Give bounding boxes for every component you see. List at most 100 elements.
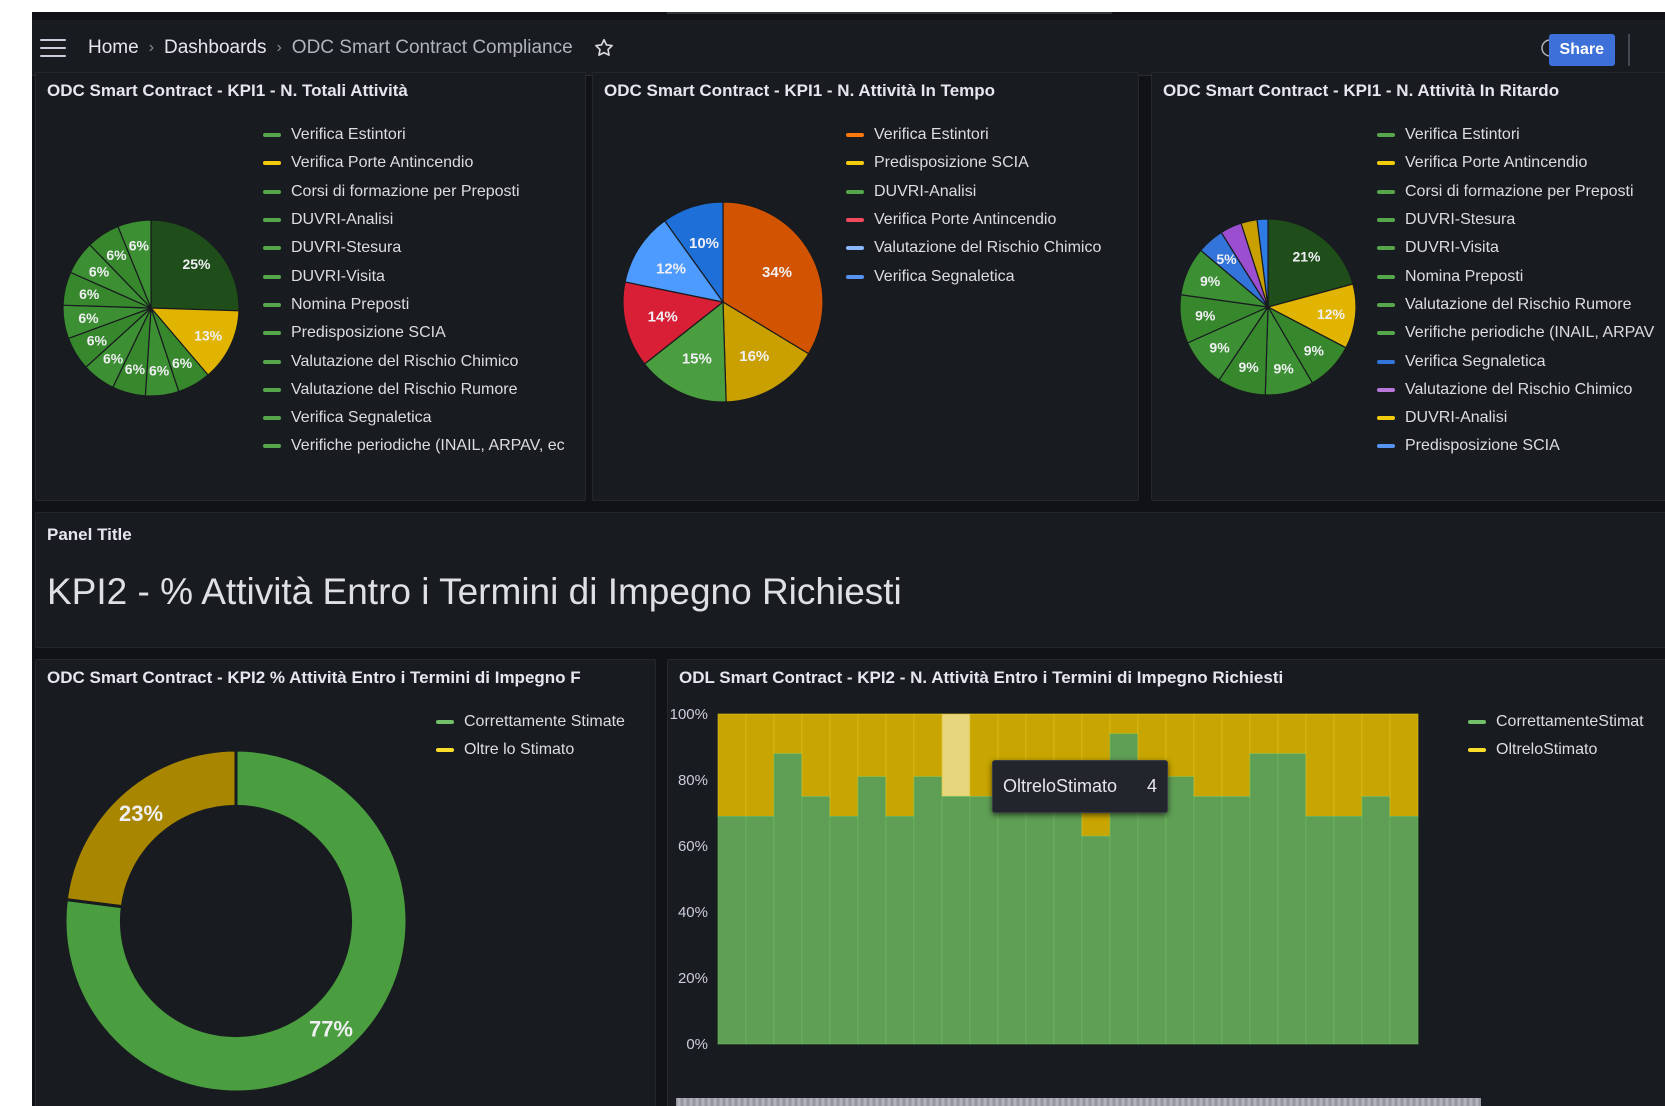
- bar-oltre-stimato[interactable]: [829, 713, 859, 817]
- panel-kpi1-total[interactable]: ODC Smart Contract - KPI1 - N. Totali At…: [35, 72, 586, 501]
- legend-item[interactable]: DUVRI-Stesura: [263, 234, 565, 262]
- bar-oltre-stimato[interactable]: [1221, 713, 1251, 797]
- share-button[interactable]: Share: [1548, 34, 1615, 66]
- legend-item[interactable]: Valutazione del Rischio Rumore: [263, 376, 565, 404]
- bar-oltre-stimato[interactable]: [801, 713, 831, 797]
- panel-kpi1-late[interactable]: ODC Smart Contract - KPI1 - N. Attività …: [1151, 72, 1665, 501]
- legend-item[interactable]: Verifiche periodiche (INAIL, ARPAV, ec: [263, 432, 565, 460]
- breadcrumb-dashboards[interactable]: Dashboards: [164, 37, 266, 59]
- hamburger-menu-icon[interactable]: [40, 38, 66, 57]
- legend-swatch: [263, 161, 281, 166]
- pie-chart-in-time[interactable]: 34% 16% 15% 14% 12%10%: [621, 200, 825, 404]
- bar-correttamente-stimate[interactable]: [1277, 753, 1307, 1045]
- bar-oltre-stimato[interactable]: [913, 713, 943, 778]
- bar-oltre-stimato[interactable]: [1249, 713, 1279, 754]
- donut-chart-kpi2[interactable]: 77% 23%: [63, 748, 409, 1094]
- legend-item[interactable]: Oltre lo Stimato: [436, 736, 625, 764]
- legend-item[interactable]: Predisposizione SCIA: [1377, 432, 1654, 460]
- pie-chart-total[interactable]: 25%13%6%6%6%6%6%6%6%6%6%6%: [61, 218, 241, 398]
- bar-oltre-stimato[interactable]: [857, 713, 887, 778]
- legend-item[interactable]: Correttamente Stimate: [436, 708, 625, 736]
- bar-correttamente-stimate[interactable]: [1221, 796, 1251, 1045]
- legend-item[interactable]: Valutazione del Rischio Rumore: [1377, 291, 1654, 319]
- bar-oltre-stimato[interactable]: [773, 713, 803, 754]
- bar-correttamente-stimate[interactable]: [1249, 753, 1279, 1045]
- bar-correttamente-stimate[interactable]: [1389, 816, 1419, 1045]
- bar-oltre-stimato[interactable]: [717, 713, 747, 817]
- panel-title: ODC Smart Contract - KPI1 - N. Attività …: [604, 81, 996, 100]
- legend-item[interactable]: Verifica Porte Antincendio: [846, 206, 1101, 234]
- pie-slice-label: 10%: [689, 235, 719, 252]
- legend-item[interactable]: Nomina Preposti: [263, 291, 565, 319]
- bar-oltre-stimato[interactable]: [1193, 713, 1223, 797]
- legend-item[interactable]: CorrettamenteStimat: [1468, 708, 1644, 736]
- bar-correttamente-stimate[interactable]: [717, 816, 747, 1045]
- legend-item[interactable]: Verifica Estintori: [1377, 121, 1654, 149]
- pie-slice-label: 9%: [1238, 359, 1259, 375]
- legend-item[interactable]: Verifica Segnaletica: [1377, 347, 1654, 375]
- bar-correttamente-stimate[interactable]: [1361, 796, 1391, 1045]
- legend-item[interactable]: Nomina Preposti: [1377, 262, 1654, 290]
- legend-item[interactable]: Predisposizione SCIA: [263, 319, 565, 347]
- legend-item[interactable]: Corsi di formazione per Preposti: [263, 178, 565, 206]
- legend-item[interactable]: DUVRI-Visita: [263, 262, 565, 290]
- bar-correttamente-stimate[interactable]: [829, 816, 859, 1045]
- legend-item[interactable]: Verifica Estintori: [263, 121, 565, 149]
- bar-correttamente-stimate[interactable]: [1305, 816, 1335, 1045]
- legend-item[interactable]: Verifica Porte Antincendio: [1377, 149, 1654, 177]
- legend-item[interactable]: DUVRI-Analisi: [1377, 404, 1654, 432]
- bar-correttamente-stimate[interactable]: [773, 753, 803, 1045]
- panel-kpi2-count[interactable]: ODL Smart Contract - KPI2 - N. Attività …: [667, 659, 1665, 1106]
- legend-item[interactable]: DUVRI-Analisi: [263, 206, 565, 234]
- legend-swatch: [1377, 387, 1395, 392]
- bar-oltre-stimato[interactable]: [1305, 713, 1335, 817]
- bar-correttamente-stimate[interactable]: [857, 776, 887, 1045]
- bar-oltre-stimato[interactable]: [1389, 713, 1419, 817]
- pie-chart-late[interactable]: 21%12%9%9%9%9%9%9%5%: [1178, 217, 1358, 397]
- pie-slice[interactable]: [64, 748, 238, 909]
- bar-correttamente-stimate[interactable]: [1081, 835, 1111, 1045]
- bar-correttamente-stimate[interactable]: [997, 796, 1027, 1045]
- legend-item[interactable]: DUVRI-Visita: [1377, 234, 1654, 262]
- panel-text[interactable]: Panel Title KPI2 - % Attività Entro i Te…: [35, 512, 1665, 648]
- bar-correttamente-stimate[interactable]: [1193, 796, 1223, 1045]
- bar-correttamente-stimate[interactable]: [801, 796, 831, 1045]
- panel-kpi1-in-time[interactable]: ODC Smart Contract - KPI1 - N. Attività …: [592, 72, 1139, 501]
- bar-correttamente-stimate[interactable]: [1165, 776, 1195, 1045]
- bar-correttamente-stimate[interactable]: [1333, 816, 1363, 1045]
- legend-item[interactable]: Verifica Estintori: [846, 121, 1101, 149]
- legend-item[interactable]: DUVRI-Stesura: [1377, 206, 1654, 234]
- breadcrumb-home[interactable]: Home: [88, 37, 139, 59]
- legend-item[interactable]: Verifica Segnaletica: [846, 262, 1101, 290]
- legend-item[interactable]: Valutazione del Rischio Chimico: [263, 347, 565, 375]
- bar-correttamente-stimate[interactable]: [1137, 776, 1167, 1045]
- legend-item[interactable]: Verifiche periodiche (INAIL, ARPAV: [1377, 319, 1654, 347]
- legend-item[interactable]: Valutazione del Rischio Chimico: [846, 234, 1101, 262]
- legend-label: Nomina Preposti: [291, 295, 410, 313]
- bar-oltre-stimato[interactable]: [745, 713, 775, 817]
- legend-item[interactable]: Corsi di formazione per Preposti: [1377, 178, 1654, 206]
- legend-item[interactable]: Verifica Porte Antincendio: [263, 149, 565, 177]
- legend-item[interactable]: Verifica Segnaletica: [263, 404, 565, 432]
- bar-oltre-stimato[interactable]: [1165, 713, 1195, 778]
- legend-item[interactable]: DUVRI-Analisi: [846, 178, 1101, 206]
- legend-item[interactable]: Valutazione del Rischio Chimico: [1377, 376, 1654, 404]
- bar-correttamente-stimate[interactable]: [941, 796, 971, 1045]
- legend-item[interactable]: OltreloStimato: [1468, 736, 1644, 764]
- bar-correttamente-stimate[interactable]: [885, 816, 915, 1045]
- panel-kpi2-percentage[interactable]: ODC Smart Contract - KPI2 % Attività Ent…: [35, 659, 656, 1106]
- bar-oltre-stimato[interactable]: [941, 713, 971, 797]
- bar-correttamente-stimate[interactable]: [913, 776, 943, 1045]
- bar-oltre-stimato[interactable]: [1109, 713, 1139, 735]
- bar-correttamente-stimate[interactable]: [745, 816, 775, 1045]
- star-icon[interactable]: [593, 37, 615, 59]
- bar-correttamente-stimate[interactable]: [969, 796, 999, 1045]
- bar-oltre-stimato[interactable]: [1333, 713, 1363, 817]
- legend-item[interactable]: Predisposizione SCIA: [846, 149, 1101, 177]
- bar-oltre-stimato[interactable]: [885, 713, 915, 817]
- horizontal-scrollbar[interactable]: [676, 1098, 1481, 1106]
- bar-correttamente-stimate[interactable]: [1025, 796, 1055, 1045]
- bar-oltre-stimato[interactable]: [1277, 713, 1307, 754]
- bar-correttamente-stimate[interactable]: [1053, 796, 1083, 1045]
- bar-oltre-stimato[interactable]: [1361, 713, 1391, 797]
